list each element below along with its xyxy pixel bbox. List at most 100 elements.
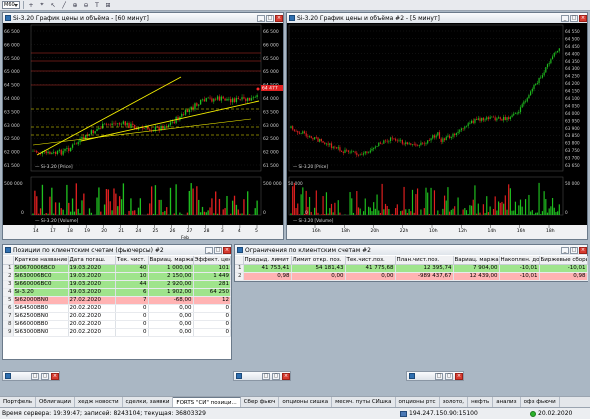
limits-column-header[interactable]	[235, 256, 244, 265]
workspace-tab[interactable]: хедж новости	[75, 397, 123, 407]
volume-bar	[166, 207, 168, 215]
positions-column-header[interactable]	[3, 256, 14, 265]
workspace-tab[interactable]: офз фьючи	[520, 397, 560, 407]
candle-body	[143, 128, 145, 129]
workspace-tab[interactable]: нефть	[468, 397, 494, 407]
close-button[interactable]: ×	[223, 246, 231, 254]
minimized-window-3[interactable]: □ ▢ ×	[406, 371, 464, 381]
candle-body	[330, 143, 333, 148]
positions-titlebar[interactable]: Позиции по клиентским счетам (фьючерсы) …	[3, 245, 231, 255]
minimize-button[interactable]: _	[257, 14, 265, 22]
positions-table-row[interactable]: 4 Si-3.20 19.03.2020 6 1 902,00 64 250	[3, 288, 231, 297]
positions-column-header[interactable]: Вариац. маржа	[148, 256, 194, 265]
minimized-window-1[interactable]: □ ▢ ×	[2, 371, 60, 381]
chart1-canvas[interactable]: 66 500 66 500 66 000 66 000 65 500 65 500 65 0…	[3, 23, 283, 239]
workspace-tab[interactable]: Портфель	[0, 397, 37, 407]
workspace-tab[interactable]: сделки, заявки	[122, 397, 174, 407]
timeframe-select[interactable]: M60	[2, 1, 20, 9]
workspace-tab[interactable]: FORTS "СИ" позици...	[173, 397, 241, 407]
restore-button[interactable]: □	[435, 372, 443, 380]
positions-table-row[interactable]: 5 Si62000BN0 27.02.2020 7 -68,00 12	[3, 296, 231, 305]
workspace-tab[interactable]: опционы ртс	[395, 397, 440, 407]
positions-column-header[interactable]: Тек. чист.	[115, 256, 149, 265]
volume-bar	[521, 206, 523, 215]
limits-cell: 7 904,00	[453, 264, 500, 273]
candle-body	[209, 97, 211, 99]
chart2-canvas[interactable]: 64 550 64 500 64 450 64 400 64 350 64 300 64 2…	[287, 23, 587, 239]
positions-table-row[interactable]: 3 Si660006BC0 19.03.2020 44 2 920,00 281	[3, 280, 231, 289]
positions-cell-price: 12	[193, 296, 231, 305]
positions-table-row[interactable]: 1 Si0670006BC0 19.03.2020 40 1 000,00 101	[3, 264, 231, 273]
volume-bar	[474, 185, 476, 215]
date-tick-label: 19	[84, 228, 90, 234]
date-tick-label: 20	[101, 228, 107, 234]
workspace-tab[interactable]: анализ	[493, 397, 521, 407]
minimize-button[interactable]: _	[561, 14, 569, 22]
price-tick-label: 66 500	[4, 29, 20, 35]
candle-body	[497, 117, 500, 119]
close-button[interactable]: ×	[579, 246, 587, 254]
candle-body	[220, 96, 222, 101]
positions-column-header[interactable]: Дата погаш.	[68, 256, 116, 265]
chart1-titlebar[interactable]: Si-3.20 График цены и объёма - [60 минут…	[3, 13, 283, 23]
volume-bar	[396, 204, 398, 215]
chart2-titlebar[interactable]: Si-3.20 График цены и объёма #2 - [5 мин…	[287, 13, 587, 23]
limits-column-header[interactable]: Биржевые сборы	[539, 256, 588, 265]
workspace-tab[interactable]: золото,	[439, 397, 469, 407]
workspace-tab[interactable]: месяч. путы СИшка	[332, 397, 396, 407]
close-button[interactable]: ×	[282, 372, 290, 380]
close-button[interactable]: ×	[579, 14, 587, 22]
limits-titlebar[interactable]: Ограничения по клиентским счетам #2 _ □ …	[235, 245, 587, 255]
candle-body	[216, 96, 219, 100]
candle-body	[344, 149, 346, 153]
maximize-button[interactable]: □	[214, 246, 222, 254]
limits-table-row[interactable]: 1 41 753,41 54 181,43 41 775,68 12 395,74 7 9…	[235, 264, 588, 273]
minimize-button[interactable]: _	[205, 246, 213, 254]
limits-column-header[interactable]: Предыд. лимит	[243, 256, 292, 265]
candle-body	[183, 113, 185, 115]
positions-table-row[interactable]: 7 Si62500BN0 20.02.2020 0 0,00 0	[3, 312, 231, 321]
positions-table-row[interactable]: 2 Si630006BC0 19.03.2020 10 2 150,00 1 449	[3, 272, 231, 281]
limits-column-header[interactable]: План.чист.поз.	[395, 256, 454, 265]
limits-column-header[interactable]: Лимит откр. поз.	[291, 256, 346, 265]
limits-column-header[interactable]: Тек.чист.поз.	[345, 256, 396, 265]
close-button[interactable]: ×	[275, 14, 283, 22]
limits-table-row[interactable]: 2 0,98 0,00 0,00 -989 437,67 12 439,00 -10,01 0…	[235, 272, 588, 281]
maximize-button[interactable]: ▢	[41, 372, 49, 380]
volume-bar	[462, 209, 464, 215]
workspace-tab[interactable]: Облигации	[36, 397, 76, 407]
positions-table-row[interactable]: 6 Si64500BB0 20.02.2020 0 0,00 0	[3, 304, 231, 313]
line-icon[interactable]: ╱	[60, 1, 68, 9]
workspace-tab[interactable]: опционы сишка	[279, 397, 333, 407]
limits-column-header[interactable]: Накоплен. доход	[499, 256, 540, 265]
maximize-button[interactable]: ▢	[272, 372, 280, 380]
positions-table-row[interactable]: 9 Si63000BN0 20.02.2020 0 0,00 0	[3, 328, 231, 337]
positions-table-row[interactable]: 8 Si66000BB0 20.02.2020 0 0,00 0	[3, 320, 231, 329]
restore-button[interactable]: □	[31, 372, 39, 380]
candle-body	[506, 117, 508, 120]
text-icon[interactable]: T	[93, 1, 101, 9]
maximize-button[interactable]: □	[570, 14, 578, 22]
candle-body	[295, 130, 297, 132]
plus-icon[interactable]: +	[27, 1, 35, 9]
close-button[interactable]: ×	[51, 372, 59, 380]
maximize-button[interactable]: □	[570, 246, 578, 254]
cursor-icon[interactable]: ↖	[49, 1, 57, 9]
volume-bar	[192, 188, 194, 215]
period-icon[interactable]: ⊞	[104, 1, 112, 9]
workspace-tab[interactable]: Сбер фьюч	[240, 397, 280, 407]
candle-body	[401, 140, 403, 144]
maximize-button[interactable]: □	[266, 14, 274, 22]
minimized-window-2[interactable]: □ ▢ ×	[233, 371, 291, 381]
positions-column-header[interactable]: Эффект. цен.	[193, 256, 231, 265]
maximize-button[interactable]: ▢	[445, 372, 453, 380]
crosshair-icon[interactable]: ⌖	[38, 1, 46, 9]
zoom-out-icon[interactable]: ⊖	[82, 1, 90, 9]
limits-column-header[interactable]: Вариац. маржа	[453, 256, 500, 265]
zoom-in-icon[interactable]: ⊕	[71, 1, 79, 9]
candle-body	[319, 138, 321, 142]
restore-button[interactable]: □	[262, 372, 270, 380]
minimize-button[interactable]: _	[561, 246, 569, 254]
close-button[interactable]: ×	[455, 372, 463, 380]
positions-column-header[interactable]: Краткое название	[13, 256, 69, 265]
